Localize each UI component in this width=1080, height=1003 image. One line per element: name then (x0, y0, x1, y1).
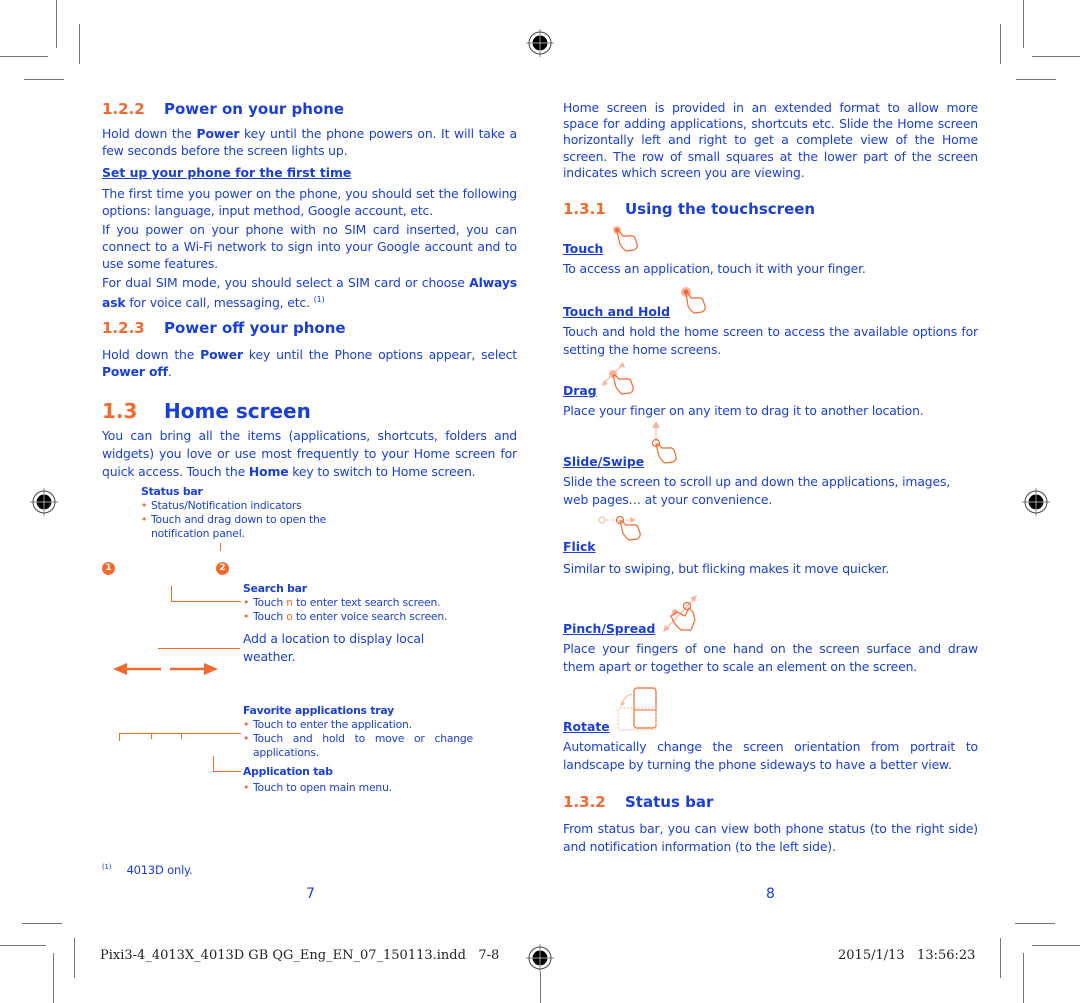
gesture-flick-label[interactable]: Flick (563, 539, 596, 554)
print-file-info: Pixi3-4_4013X_4013D GB QG_Eng_EN_07_1501… (100, 948, 500, 963)
callout-status-bar: Status bar • Status/Notification indicato… (141, 485, 327, 540)
registration-mark-icon (526, 29, 554, 57)
gesture-swipe-desc: Slide the screen to scroll up and down t… (563, 474, 951, 507)
section-heading-1-3-2: 1.3.2 Status bar (563, 793, 714, 811)
home-screen-paragraph: You can bring all the items (application… (102, 428, 517, 479)
crop-mark (1032, 56, 1080, 57)
page-number-right: 8 (766, 886, 775, 902)
crop-mark (0, 945, 46, 946)
gesture-touch-desc: To access an application, touch it with … (563, 261, 866, 276)
callout-badge-1: 1 (102, 562, 115, 575)
crop-mark (540, 972, 541, 1003)
crop-mark (1000, 938, 1001, 978)
callout-favorite-tray: Favorite applications tray • Touch to ent… (243, 704, 473, 759)
leader-line (213, 771, 241, 772)
gesture-touch: Touch To access an application, touch it… (563, 222, 978, 277)
leader-line (171, 586, 172, 602)
gesture-touch-and-hold: Touch and Hold Touch and hold the home s… (563, 285, 978, 359)
crop-mark (1023, 953, 1024, 1003)
leader-line (151, 733, 152, 739)
leader-line (119, 733, 241, 734)
callout-search-bar: Search bar • Touch n to enter text search… (243, 582, 448, 623)
power-off-paragraph: Hold down the Power key until the Phone … (102, 347, 517, 379)
search-text-icon: n (286, 596, 293, 609)
rotate-gesture-icon (617, 687, 657, 731)
dual-sim-paragraph: For dual SIM mode, you should select a S… (102, 275, 517, 311)
crop-mark (0, 56, 48, 57)
flick-gesture-icon (598, 516, 641, 541)
crop-mark (1032, 945, 1080, 946)
leader-line (213, 756, 214, 772)
gesture-pinch-desc: Place your fingers of one hand on the sc… (563, 641, 978, 674)
footnote: (1) 4013D only. (102, 862, 193, 877)
crop-mark (56, 0, 57, 48)
gesture-slide-swipe: Slide/Swipe Slide the screen to scroll u… (563, 421, 978, 509)
registration-mark-icon (526, 944, 554, 972)
gesture-pinch-label[interactable]: Pinch/Spread (563, 621, 655, 636)
gesture-swipe-label[interactable]: Slide/Swipe (563, 454, 644, 469)
swipe-left-arrow-icon (113, 663, 161, 675)
leader-line (158, 648, 240, 649)
section-heading-1-3-1: 1.3.1 Using the touchscreen (563, 200, 816, 218)
home-screen-intro: Home screen is provided in an extended f… (563, 100, 978, 180)
setup-first-time-link[interactable]: Set up your phone for the first time (102, 165, 351, 180)
crop-mark (1016, 79, 1056, 80)
leader-line (181, 733, 182, 739)
drag-gesture-icon (601, 362, 634, 395)
registration-mark-icon (30, 488, 58, 516)
gesture-rotate-label[interactable]: Rotate (563, 719, 610, 734)
callout-application-tab: Application tab • Touch to open main menu… (243, 765, 392, 794)
crop-mark (22, 923, 62, 924)
gesture-rotate: Rotate Automatically change the screen o… (563, 687, 978, 774)
gesture-pinch-spread: Pinch/Spread Place your fingers of one h… (563, 592, 978, 676)
callout-badge-2: 2 (216, 562, 229, 575)
section-heading-1-3: 1.3 Home screen (102, 399, 311, 423)
gesture-drag-desc: Place your finger on any item to drag it… (563, 403, 924, 418)
gesture-touch-label[interactable]: Touch (563, 241, 603, 256)
section-heading-1-2-3: 1.2.3 Power off your phone (102, 319, 346, 337)
swipe-right-arrow-icon (170, 663, 218, 675)
crop-mark (24, 79, 64, 80)
crop-mark (1000, 24, 1001, 64)
gesture-drag-label[interactable]: Drag (563, 383, 597, 398)
pinch-gesture-icon (663, 595, 698, 632)
section-heading-1-2-2: 1.2.2 Power on your phone (102, 100, 345, 118)
gesture-drag: Drag Place your finger on any item to dr… (563, 362, 978, 419)
crop-mark (74, 938, 75, 978)
leader-line (171, 601, 241, 602)
crop-mark (79, 24, 80, 64)
print-timestamp: 2015/1/13 13:56:23 (838, 948, 976, 963)
callout-weather: Add a location to display local weather. (243, 631, 425, 664)
gesture-touch-hold-label[interactable]: Touch and Hold (563, 304, 670, 319)
gesture-flick-desc: Similar to swiping, but flicking makes i… (563, 561, 890, 576)
crop-mark (1015, 923, 1055, 924)
touch-gesture-icon (613, 226, 639, 252)
swipe-gesture-icon (652, 421, 677, 464)
status-bar-desc: From status bar, you can view both phone… (563, 821, 978, 854)
leader-line (220, 543, 221, 551)
leader-line (119, 733, 120, 741)
registration-mark-icon (1022, 488, 1050, 516)
no-sim-paragraph: If you power on your phone with no SIM c… (102, 222, 517, 271)
first-time-paragraph: The first time you power on the phone, y… (102, 186, 517, 218)
footnote-ref: (1) (313, 295, 325, 304)
gesture-touch-hold-desc: Touch and hold the home screen to access… (563, 324, 978, 357)
power-on-paragraph: Hold down the Power key until the phone … (102, 126, 517, 158)
gesture-flick: Flick Similar to swiping, but flicking m… (563, 516, 978, 577)
crop-mark (1023, 0, 1024, 48)
gesture-rotate-desc: Automatically change the screen orientat… (563, 739, 978, 772)
touch-hold-gesture-icon (680, 287, 706, 314)
crop-mark (53, 953, 54, 1003)
page-number-left: 7 (306, 886, 315, 902)
